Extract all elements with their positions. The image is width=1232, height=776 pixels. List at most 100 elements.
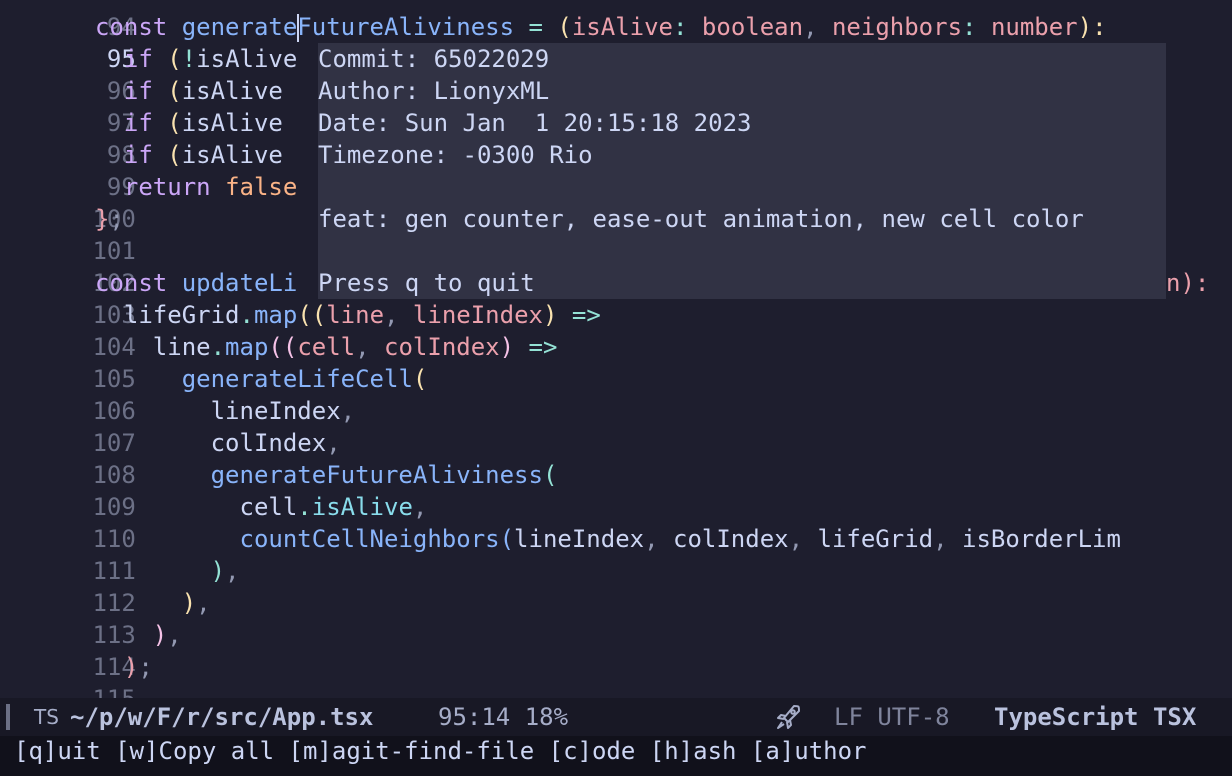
comma: , bbox=[384, 301, 413, 329]
identifier: lifeGrid bbox=[817, 525, 934, 553]
keyword: if bbox=[123, 45, 153, 73]
code-line[interactable]: 106 generateLifeCell( bbox=[0, 363, 1232, 425]
param: lineIndex bbox=[412, 301, 543, 329]
method: map bbox=[225, 333, 269, 361]
code-line[interactable]: 113 ), bbox=[0, 587, 1232, 649]
keyword: if bbox=[123, 77, 153, 105]
identifier: lineIndex bbox=[514, 525, 645, 553]
code-line[interactable]: 112 ), bbox=[0, 555, 1232, 617]
param: cell bbox=[297, 333, 356, 361]
paren: (( bbox=[297, 301, 327, 329]
type: number bbox=[990, 13, 1078, 41]
identifier: colIndex bbox=[673, 525, 789, 553]
identifier: isAlive bbox=[181, 141, 283, 169]
keyword: const bbox=[95, 13, 168, 41]
function-call: generateLifeCell bbox=[181, 365, 413, 393]
comma: , bbox=[644, 525, 673, 553]
keyword: const bbox=[95, 269, 168, 297]
identifier: isBorderLim bbox=[962, 525, 1121, 553]
comma: , bbox=[340, 397, 356, 425]
paren: ) bbox=[123, 653, 139, 681]
code-line[interactable]: 107 lineIndex, bbox=[0, 395, 1232, 457]
colon: : bbox=[962, 13, 991, 41]
comma: , bbox=[225, 557, 240, 585]
keyword: if bbox=[123, 141, 153, 169]
identifier: lineIndex bbox=[210, 397, 341, 425]
mode-line: TS ~/p/w/F/r/src/App.tsx 95:14 18% LF UT… bbox=[0, 698, 1232, 736]
code-line[interactable]: 104 lifeGrid.map((line, lineIndex) => bbox=[0, 299, 1232, 361]
type: boolean bbox=[701, 13, 804, 41]
comma: , bbox=[788, 525, 818, 553]
rocket-icon[interactable] bbox=[772, 698, 804, 736]
code-line[interactable]: 116 bbox=[0, 683, 1232, 698]
comma: , bbox=[196, 589, 211, 617]
commit-timezone: Timezone: -0300 Rio bbox=[318, 141, 593, 169]
function-name-part: FutureAliviness bbox=[297, 13, 515, 41]
quit-hint: Press q to quit bbox=[318, 269, 535, 297]
colon: : bbox=[673, 13, 702, 41]
code-line[interactable]: 109 generateFutureAliviness( bbox=[0, 459, 1232, 521]
cursor-position: 95:14 18% bbox=[438, 703, 569, 731]
identifier: lifeGrid bbox=[123, 301, 240, 329]
code-tail: n): bbox=[1166, 269, 1210, 297]
typescript-icon: TS bbox=[34, 705, 59, 729]
identifier: isAlive bbox=[196, 45, 298, 73]
keyword: if bbox=[123, 109, 153, 137]
paren: ( bbox=[542, 461, 558, 489]
comma: , bbox=[167, 621, 182, 649]
identifier: colIndex bbox=[210, 429, 327, 457]
paren: ) bbox=[499, 333, 515, 361]
commit-author[interactable]: Author: LionyxML bbox=[318, 75, 549, 107]
comma: , bbox=[326, 429, 341, 457]
major-mode[interactable]: TypeScript TSX bbox=[994, 698, 1196, 736]
code-line[interactable]: 114 ), bbox=[0, 619, 1232, 681]
arrow: => bbox=[514, 333, 558, 361]
code-line-current[interactable]: 95 const generateFutureAliviness = (isAl… bbox=[0, 11, 1232, 73]
code-line[interactable]: 115 ); bbox=[0, 651, 1232, 698]
property: isAlive bbox=[311, 493, 413, 521]
paren: ( bbox=[499, 525, 515, 553]
boolean-literal: false bbox=[225, 173, 298, 201]
method: map bbox=[253, 301, 298, 329]
commit-message: feat: gen counter, ease-out animation, n… bbox=[318, 205, 1084, 233]
keyword: return bbox=[123, 173, 211, 201]
param: isAlive bbox=[571, 13, 674, 41]
encoding-indicator[interactable]: LF UTF-8 bbox=[834, 698, 950, 736]
paren: ) bbox=[181, 589, 197, 617]
code-line[interactable]: 94 bbox=[0, 0, 1232, 41]
function-call: countCellNeighbors bbox=[239, 525, 500, 553]
identifier: cell bbox=[239, 493, 298, 521]
paren: ) bbox=[210, 557, 226, 585]
identifier: line bbox=[152, 333, 211, 361]
semicolon: ; bbox=[109, 205, 124, 233]
commit-date: Date: Sun Jan 1 20:15:18 2023 bbox=[318, 109, 752, 137]
paren: ( bbox=[167, 77, 182, 105]
code-editor[interactable]: 94 95 const generateFutureAliviness = (i… bbox=[0, 0, 1232, 698]
arrow: => bbox=[557, 301, 601, 329]
code-line[interactable]: 108 colIndex, bbox=[0, 427, 1232, 489]
commit-hash[interactable]: Commit: 65022029 bbox=[318, 43, 549, 75]
git-blame-popup[interactable]: Commit: 65022029 Author: LionyxML Date: … bbox=[318, 43, 1166, 299]
dot: . bbox=[297, 493, 312, 521]
comma: , bbox=[803, 13, 832, 41]
window-indicator bbox=[6, 704, 10, 730]
param: neighbors bbox=[831, 13, 963, 41]
paren: ( bbox=[412, 365, 428, 393]
code-line[interactable]: 110 cell.isAlive, bbox=[0, 491, 1232, 553]
paren: ) bbox=[542, 301, 558, 329]
function-name: updateLi bbox=[181, 269, 298, 297]
identifier: isAlive bbox=[181, 77, 283, 105]
code-line[interactable]: 111 countCellNeighbors(lineIndex, colInd… bbox=[0, 523, 1232, 585]
buffer-file-path[interactable]: ~/p/w/F/r/src/App.tsx bbox=[70, 698, 373, 736]
paren: ( bbox=[167, 109, 182, 137]
param: line bbox=[326, 301, 385, 329]
operator: = bbox=[514, 13, 558, 41]
code-line[interactable]: 105 line.map((cell, colIndex) => bbox=[0, 331, 1232, 393]
paren: ): bbox=[1077, 13, 1107, 41]
comma: , bbox=[412, 493, 428, 521]
echo-area: [q]uit [w]Copy all [m]agit-find-file [c]… bbox=[0, 736, 1232, 776]
paren: ) bbox=[152, 621, 168, 649]
function-name-part: generate bbox=[181, 13, 298, 41]
semicolon: ; bbox=[138, 653, 153, 681]
param: colIndex bbox=[384, 333, 500, 361]
